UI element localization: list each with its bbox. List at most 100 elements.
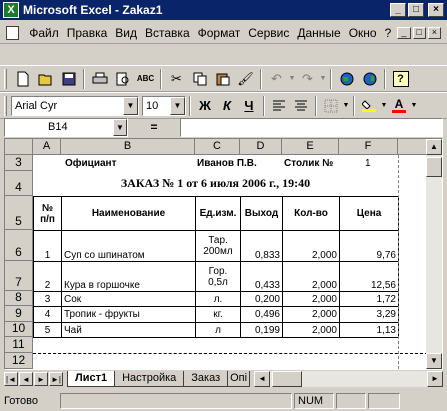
redo-icon[interactable]: ↷ — [296, 68, 319, 90]
menu-insert[interactable]: Вставка — [141, 26, 194, 40]
row-header-12[interactable]: 12 — [5, 353, 33, 369]
column-header-f[interactable]: F — [339, 139, 398, 155]
row-header-10[interactable]: 10 — [5, 321, 33, 337]
menu-window[interactable]: Окно — [345, 26, 381, 40]
workbook-icon[interactable] — [6, 25, 20, 40]
column-header-d[interactable]: D — [240, 139, 282, 155]
item-5-qty[interactable]: 2,000 — [282, 322, 340, 338]
item-2-num[interactable]: 2 — [33, 261, 62, 292]
row-header-8[interactable]: 8 — [5, 290, 33, 306]
toolbar-grip-format[interactable] — [4, 95, 7, 116]
formula-input[interactable] — [180, 117, 443, 137]
row-header-6[interactable]: 6 — [5, 230, 33, 261]
font-size-select[interactable]: 10 ▼ — [142, 95, 186, 116]
item-1-output[interactable]: 0,833 — [240, 230, 283, 262]
redo-dropdown-icon[interactable]: ▼ — [319, 68, 327, 90]
borders-dropdown-icon[interactable]: ▼ — [342, 95, 350, 117]
scroll-thumb[interactable] — [426, 157, 442, 177]
chevron-down-icon[interactable]: ▼ — [123, 96, 138, 115]
item-5-num[interactable]: 5 — [33, 322, 62, 338]
item-2-output[interactable]: 0,433 — [240, 261, 283, 292]
item-1-qty[interactable]: 2,000 — [282, 230, 340, 262]
select-all-corner[interactable] — [5, 139, 33, 155]
align-center-icon[interactable] — [290, 95, 312, 117]
doc-restore-button[interactable]: □ — [412, 26, 426, 39]
cell-b3[interactable]: Официант — [61, 155, 195, 171]
item-4-num[interactable]: 4 — [33, 306, 62, 323]
menu-view[interactable]: Вид — [111, 26, 141, 40]
vertical-scrollbar[interactable]: ▲ ▼ — [426, 139, 442, 369]
row-header-3[interactable]: 3 — [5, 155, 33, 171]
tab-other[interactable]: Опі — [227, 371, 251, 387]
item-5-price[interactable]: 1,13 — [339, 322, 399, 338]
scroll-left-icon[interactable]: ◄ — [254, 371, 271, 387]
help-icon[interactable]: ? — [389, 68, 412, 90]
column-header-a[interactable]: A — [33, 139, 61, 155]
column-header-c[interactable]: C — [195, 139, 240, 155]
header-qty[interactable]: Кол-во — [282, 196, 340, 231]
excel-icon[interactable]: X — [3, 2, 19, 18]
minimize-button[interactable]: _ — [390, 3, 406, 17]
menu-help[interactable]: ? — [381, 26, 396, 40]
item-2-unit[interactable]: Гор. 0,5л — [195, 261, 241, 292]
underline-button[interactable]: Ч — [238, 95, 260, 117]
align-left-icon[interactable] — [268, 95, 290, 117]
spelling-icon[interactable]: ABC — [134, 68, 157, 90]
menu-tools[interactable]: Сервис — [244, 26, 293, 40]
format-painter-icon[interactable]: 🖌 — [234, 68, 257, 90]
close-button[interactable]: × — [428, 3, 444, 17]
tab-settings[interactable]: Настройка — [114, 371, 185, 387]
row-header-4[interactable]: 4 — [5, 171, 33, 196]
item-3-unit[interactable]: л. — [195, 291, 241, 307]
row-header-9[interactable]: 9 — [5, 306, 33, 322]
maximize-button[interactable]: □ — [408, 3, 424, 17]
next-sheet-icon[interactable]: ► — [34, 372, 48, 386]
hscroll-thumb[interactable] — [272, 371, 303, 387]
scroll-down-icon[interactable]: ▼ — [426, 353, 442, 369]
last-sheet-icon[interactable]: ►| — [49, 372, 63, 386]
formula-equals[interactable]: = — [128, 120, 180, 134]
item-3-price[interactable]: 1,72 — [339, 291, 399, 307]
cell-f3[interactable]: 1 — [339, 155, 398, 171]
doc-close-button[interactable]: × — [427, 26, 441, 39]
new-icon[interactable] — [11, 68, 34, 90]
item-1-unit[interactable]: Тар. 200мл — [195, 230, 241, 262]
menu-edit[interactable]: Правка — [63, 26, 112, 40]
item-4-qty[interactable]: 2,000 — [282, 306, 340, 323]
doc-minimize-button[interactable]: _ — [397, 26, 411, 39]
chevron-down-icon[interactable]: ▼ — [113, 118, 127, 136]
copy-icon[interactable] — [188, 68, 211, 90]
fill-color-dropdown-icon[interactable]: ▼ — [380, 95, 388, 117]
column-header-e[interactable]: E — [282, 139, 339, 155]
item-3-num[interactable]: 3 — [33, 291, 62, 307]
order-title[interactable]: ЗАКАЗ № 1 от 6 июля 2006 г., 19:40 — [33, 171, 398, 196]
item-3-name[interactable]: Сок — [61, 291, 196, 307]
column-header-b[interactable]: B — [61, 139, 195, 155]
header-name[interactable]: Наименование — [61, 196, 196, 231]
first-sheet-icon[interactable]: |◄ — [4, 372, 18, 386]
item-3-qty[interactable]: 2,000 — [282, 291, 340, 307]
bold-button[interactable]: Ж — [194, 95, 216, 117]
item-4-name[interactable]: Тропик - фрукты — [61, 306, 196, 323]
item-4-price[interactable]: 3,29 — [339, 306, 399, 323]
item-5-unit[interactable]: л — [195, 322, 241, 338]
cell-c3[interactable]: Иванов П.В. — [195, 155, 282, 171]
scroll-up-icon[interactable]: ▲ — [426, 139, 442, 155]
undo-icon[interactable]: ↶ — [265, 68, 288, 90]
open-icon[interactable] — [34, 68, 57, 90]
tab-order[interactable]: Заказ — [183, 371, 229, 387]
item-4-unit[interactable]: кг. — [195, 306, 241, 323]
tab-sheet1[interactable]: Лист1 — [67, 371, 116, 387]
item-1-name[interactable]: Суп со шпинатом — [61, 230, 196, 262]
font-name-select[interactable]: Arial Cyr ▼ — [11, 95, 139, 116]
item-1-price[interactable]: 9,76 — [339, 230, 399, 262]
font-color-dropdown-icon[interactable]: ▼ — [410, 95, 418, 117]
toolbar-grip[interactable] — [4, 68, 7, 89]
header-num[interactable]: № п/п — [33, 196, 62, 231]
row-header-5[interactable]: 5 — [5, 196, 33, 230]
row-header-7[interactable]: 7 — [5, 261, 33, 291]
paste-icon[interactable] — [211, 68, 234, 90]
item-2-price[interactable]: 12,56 — [339, 261, 399, 292]
hyperlink-icon[interactable] — [358, 68, 381, 90]
scroll-right-icon[interactable]: ► — [427, 371, 443, 387]
